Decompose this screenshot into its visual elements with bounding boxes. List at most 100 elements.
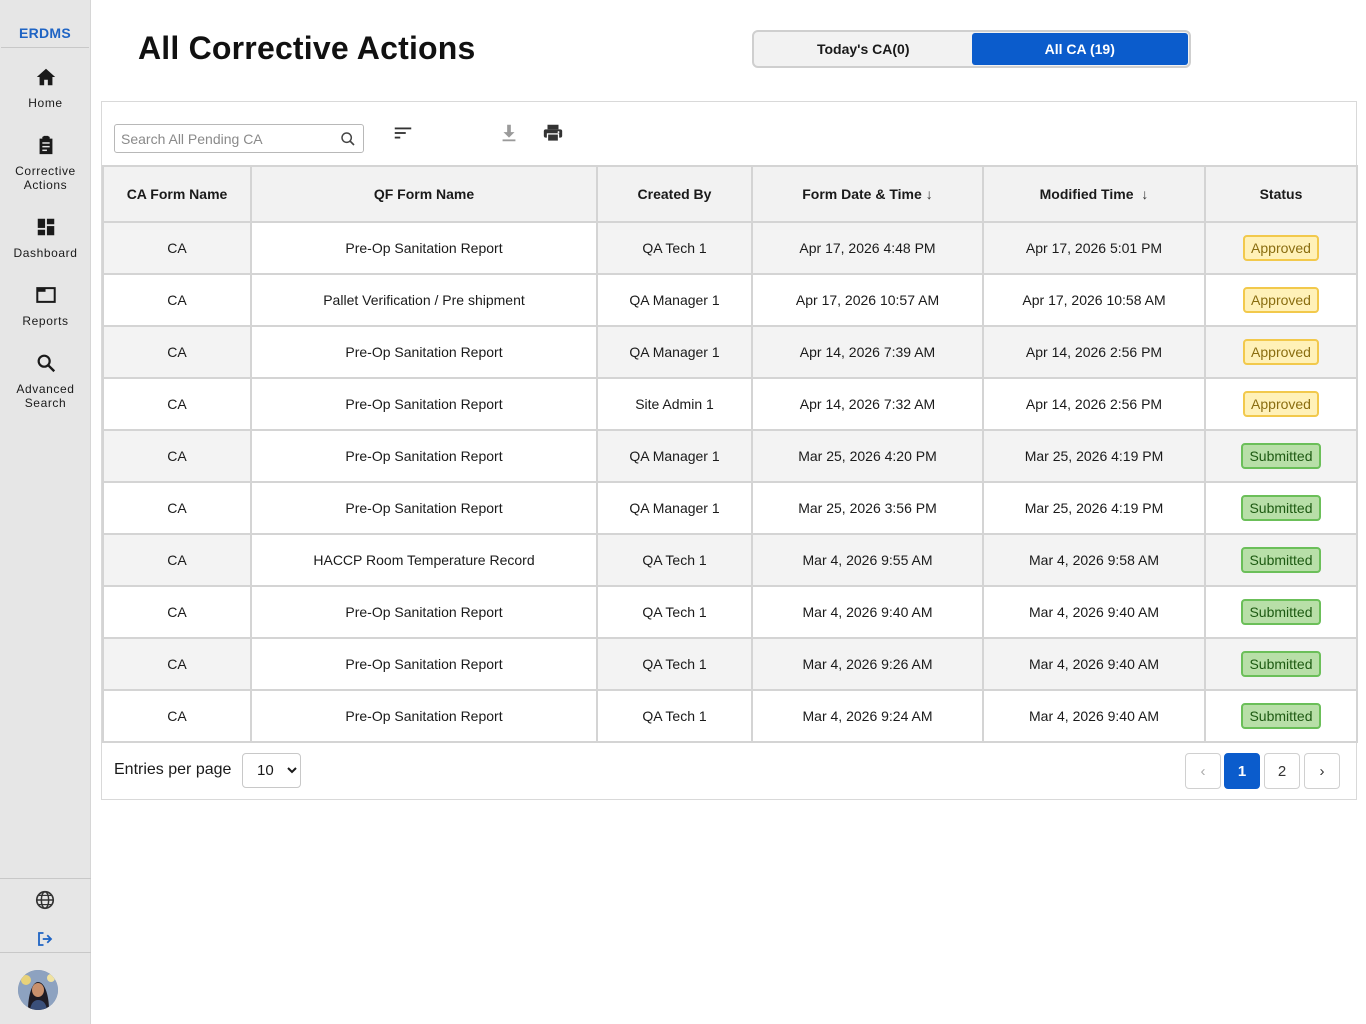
cell-form-date-time: Apr 14, 2026 7:32 AM xyxy=(751,377,984,431)
table-row[interactable]: CA Pallet Verification / Pre shipment QA M… xyxy=(102,273,1358,327)
pagination-next-button[interactable]: › xyxy=(1304,753,1340,789)
cell-created-by: Site Admin 1 xyxy=(596,377,753,431)
table-row[interactable]: CA HACCP Room Temperature Record QA Tech 1… xyxy=(102,533,1358,587)
cell-status: Submitted xyxy=(1204,637,1358,691)
sidebar-item-reports[interactable]: Reports xyxy=(0,284,91,328)
table-header-row: CA Form Name QF Form Name Created By For… xyxy=(102,165,1358,223)
table-row[interactable]: CA Pre-Op Sanitation Report QA Manager 1 Ma… xyxy=(102,481,1358,535)
cell-qf-form-name: Pre-Op Sanitation Report xyxy=(250,637,598,691)
filter-sort-icon[interactable] xyxy=(392,122,414,144)
home-icon xyxy=(36,68,55,86)
col-header-modified-time[interactable]: Modified Time ↓ xyxy=(982,165,1206,223)
status-badge: Submitted xyxy=(1241,599,1321,625)
cell-status: Submitted xyxy=(1204,533,1358,587)
sidebar-item-label: Reports xyxy=(22,314,69,328)
col-header-qf-form-name[interactable]: QF Form Name xyxy=(250,165,598,223)
cell-created-by: QA Manager 1 xyxy=(596,429,753,483)
tab-all-ca[interactable]: All CA (19) xyxy=(971,33,1188,65)
logout-icon[interactable] xyxy=(36,930,54,948)
table-row[interactable]: CA Pre-Op Sanitation Report QA Tech 1 Apr 1… xyxy=(102,221,1358,275)
cell-ca-form-name: CA xyxy=(102,325,252,379)
cell-status: Approved xyxy=(1204,273,1358,327)
cell-status: Submitted xyxy=(1204,689,1358,743)
entries-per-page-select[interactable]: 10 xyxy=(242,753,301,788)
sidebar-item-advanced-search[interactable]: Advanced Search xyxy=(0,352,91,410)
cell-qf-form-name: Pre-Op Sanitation Report xyxy=(250,325,598,379)
table-row[interactable]: CA Pre-Op Sanitation Report QA Tech 1 Mar 4… xyxy=(102,637,1358,691)
col-header-created-by[interactable]: Created By xyxy=(596,165,753,223)
sort-down-icon[interactable]: ↓ xyxy=(926,186,933,202)
status-badge: Approved xyxy=(1243,339,1319,365)
search-icon xyxy=(37,354,55,373)
cell-form-date-time: Mar 25, 2026 3:56 PM xyxy=(751,481,984,535)
table-footer: Entries per page 10 ‹ 1 2 › xyxy=(102,742,1356,799)
status-badge: Approved xyxy=(1243,391,1319,417)
cell-status: Approved xyxy=(1204,221,1358,275)
brand-logo[interactable]: ERDMS xyxy=(1,0,89,48)
status-badge: Approved xyxy=(1243,287,1319,313)
cell-created-by: QA Tech 1 xyxy=(596,221,753,275)
table-row[interactable]: CA Pre-Op Sanitation Report QA Tech 1 Mar 4… xyxy=(102,585,1358,639)
cell-modified-time: Apr 17, 2026 5:01 PM xyxy=(982,221,1206,275)
sidebar-item-home[interactable]: Home xyxy=(0,66,91,110)
cell-ca-form-name: CA xyxy=(102,221,252,275)
cell-status: Submitted xyxy=(1204,585,1358,639)
sidebar-divider xyxy=(0,878,91,879)
sort-down-icon[interactable]: ↓ xyxy=(1141,186,1148,202)
sidebar-item-label: Corrective Actions xyxy=(15,164,76,192)
pagination-page-1[interactable]: 1 xyxy=(1224,753,1260,789)
col-header-label: Form Date & Time xyxy=(802,186,922,202)
sidebar-item-label: Home xyxy=(28,96,63,110)
dashboard-icon xyxy=(37,218,54,236)
cell-status: Approved xyxy=(1204,377,1358,431)
table-row[interactable]: CA Pre-Op Sanitation Report QA Manager 1 Ma… xyxy=(102,429,1358,483)
cell-modified-time: Mar 25, 2026 4:19 PM xyxy=(982,481,1206,535)
cell-created-by: QA Tech 1 xyxy=(596,689,753,743)
sidebar-item-corrective-actions[interactable]: Corrective Actions xyxy=(0,134,91,192)
cell-qf-form-name: Pre-Op Sanitation Report xyxy=(250,429,598,483)
cell-modified-time: Mar 4, 2026 9:40 AM xyxy=(982,585,1206,639)
download-icon[interactable] xyxy=(498,122,520,144)
search-box xyxy=(114,124,364,153)
cell-modified-time: Mar 4, 2026 9:40 AM xyxy=(982,689,1206,743)
cell-created-by: QA Manager 1 xyxy=(596,481,753,535)
table-body: CA Pre-Op Sanitation Report QA Tech 1 Apr 1… xyxy=(102,221,1358,743)
col-header-label: QF Form Name xyxy=(373,186,475,202)
avatar-image xyxy=(18,970,58,1010)
status-badge: Approved xyxy=(1243,235,1319,261)
col-header-ca-form-name[interactable]: CA Form Name xyxy=(102,165,252,223)
table-row[interactable]: CA Pre-Op Sanitation Report Site Admin 1 Ap… xyxy=(102,377,1358,431)
col-header-form-date-time[interactable]: Form Date & Time ↓ xyxy=(751,165,984,223)
avatar[interactable] xyxy=(18,970,58,1010)
status-badge: Submitted xyxy=(1241,443,1321,469)
globe-icon[interactable] xyxy=(34,889,56,911)
cell-modified-time: Apr 14, 2026 2:56 PM xyxy=(982,325,1206,379)
cell-qf-form-name: Pre-Op Sanitation Report xyxy=(250,481,598,535)
search-icon[interactable] xyxy=(340,131,356,147)
cell-qf-form-name: Pre-Op Sanitation Report xyxy=(250,585,598,639)
sidebar-item-label: Dashboard xyxy=(13,246,78,260)
cell-qf-form-name: Pallet Verification / Pre shipment xyxy=(250,273,598,327)
table-row[interactable]: CA Pre-Op Sanitation Report QA Manager 1 Ap… xyxy=(102,325,1358,379)
tab-todays-ca[interactable]: Today's CA(0) xyxy=(755,33,972,65)
cell-form-date-time: Mar 4, 2026 9:55 AM xyxy=(751,533,984,587)
status-badge: Submitted xyxy=(1241,547,1321,573)
cell-ca-form-name: CA xyxy=(102,429,252,483)
corrective-actions-panel: CA Form Name QF Form Name Created By For… xyxy=(101,101,1358,800)
cell-ca-form-name: CA xyxy=(102,533,252,587)
cell-ca-form-name: CA xyxy=(102,689,252,743)
cell-form-date-time: Mar 4, 2026 9:24 AM xyxy=(751,689,984,743)
cell-form-date-time: Mar 25, 2026 4:20 PM xyxy=(751,429,984,483)
clipboard-icon xyxy=(39,135,52,155)
table-row[interactable]: CA Pre-Op Sanitation Report QA Tech 1 Mar 4… xyxy=(102,689,1358,743)
print-icon[interactable] xyxy=(542,122,564,144)
search-input[interactable] xyxy=(121,129,331,149)
cell-ca-form-name: CA xyxy=(102,637,252,691)
pagination-page-2[interactable]: 2 xyxy=(1264,753,1300,789)
status-badge: Submitted xyxy=(1241,495,1321,521)
col-header-label: CA Form Name xyxy=(126,186,228,202)
cell-created-by: QA Manager 1 xyxy=(596,273,753,327)
sidebar-item-dashboard[interactable]: Dashboard xyxy=(0,216,91,260)
col-header-status[interactable]: Status xyxy=(1204,165,1358,223)
pagination-prev-button[interactable]: ‹ xyxy=(1185,753,1221,789)
